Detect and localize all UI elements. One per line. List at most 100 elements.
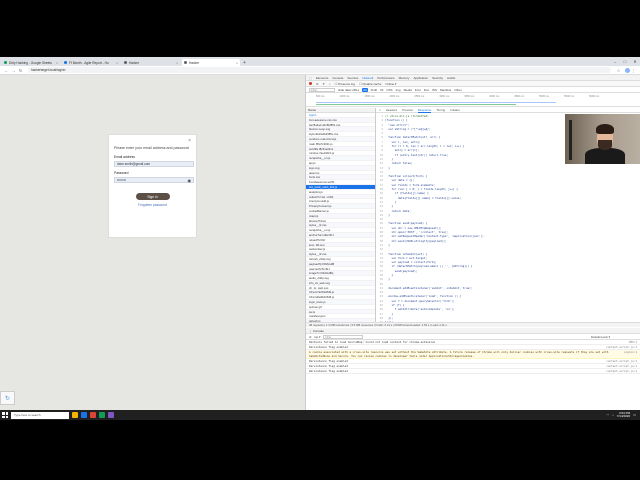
context-select[interactable]: top ▾ — [314, 335, 320, 339]
detail-tab[interactable]: Timing — [436, 108, 445, 112]
code-text: if (entry.test(str)) return true; — [385, 152, 449, 157]
taskbar-search-input[interactable]: Type here to search — [11, 411, 69, 419]
console-filter-input[interactable]: Filter — [323, 334, 364, 339]
detail-tab[interactable]: Preview — [402, 108, 413, 112]
tab-close-icon[interactable]: × — [176, 61, 178, 65]
console-source-link[interactable]: signin:1 — [624, 350, 637, 358]
filter-type[interactable]: All — [362, 87, 368, 92]
reload-icon[interactable]: ↻ — [17, 68, 24, 73]
inspect-icon[interactable]: ⬚ — [309, 76, 312, 80]
devtools-tab-application[interactable]: Application — [413, 76, 428, 80]
browser-tab[interactable]: Ff Month - Agile Report - Hu × — [62, 59, 120, 66]
console-source-link[interactable]: content-script.js:1 — [606, 369, 637, 373]
log-levels-select[interactable]: Default levels ▾ — [591, 335, 610, 339]
taskbar-app-icon[interactable] — [90, 412, 96, 418]
notifications-icon[interactable]: ▭ — [633, 413, 636, 417]
record-icon[interactable] — [309, 82, 312, 85]
filter-type[interactable]: Font — [415, 88, 421, 92]
timeline-tick: 1500 ms — [364, 95, 375, 98]
email-field[interactable]: dave.smith@gmail.com — [114, 161, 194, 167]
detail-tab[interactable]: Initiator — [450, 108, 460, 112]
console-clear-icon[interactable]: ⊘ — [309, 335, 311, 339]
forgot-password-link[interactable]: Forgotten password — [114, 203, 191, 207]
devtools-tab-sources[interactable]: Sources — [347, 76, 358, 80]
console-text: A cookie associated with a cross-site re… — [309, 350, 609, 358]
forward-icon[interactable]: → — [10, 68, 17, 73]
filter-type[interactable]: Other — [454, 88, 462, 92]
timeline-ticks: 500 ms 1000 ms 1500 ms 2000 ms 2500 ms 3000 m… — [306, 93, 640, 98]
console-source-link[interactable]: content-script.js:1 — [606, 359, 637, 363]
clock[interactable]: 3:54 PM 7/14/2020 — [617, 411, 630, 419]
windows-start-icon[interactable] — [2, 412, 8, 418]
network-filter-input[interactable]: Filter — [309, 87, 335, 92]
password-field[interactable]: •••••••• ◉ — [114, 177, 194, 183]
menu-icon[interactable]: ⋮ — [630, 68, 637, 73]
presenter-hair — [596, 124, 614, 134]
close-icon[interactable]: × — [188, 138, 191, 144]
devtools-tab-memory[interactable]: Memory — [399, 76, 410, 80]
drawer-tab-label: Console — [312, 329, 324, 333]
filter-type[interactable]: Img — [396, 88, 401, 92]
taskbar-app-icon[interactable] — [81, 412, 87, 418]
desktop-screen: Dirty Hacking - Google Sheets × Ff Month -… — [0, 57, 640, 410]
filter-icon[interactable]: ⏷ — [323, 82, 325, 86]
maximize-icon[interactable]: □ — [620, 57, 630, 66]
console-source-link[interactable]: VM9:1 — [629, 340, 637, 344]
detail-tab[interactable]: Headers — [386, 108, 397, 112]
close-window-icon[interactable]: ✕ — [630, 57, 640, 66]
minimize-icon[interactable]: – — [610, 57, 620, 66]
close-detail-icon[interactable]: × — [379, 108, 381, 112]
signin-button[interactable]: Sign in — [135, 193, 170, 200]
console-text: Persistence flag enabled — [309, 359, 348, 363]
recaptcha-badge-icon[interactable]: ↻ — [0, 391, 15, 405]
detail-tabs: × Headers Preview Response Timing Initiator — [376, 108, 640, 113]
tab-close-icon[interactable]: × — [116, 61, 118, 65]
filter-type[interactable]: Hide data URLs — [338, 88, 359, 92]
tab-close-icon[interactable]: × — [236, 61, 238, 65]
back-icon[interactable]: ← — [3, 68, 10, 73]
devtools-tab-console[interactable]: Console — [332, 76, 343, 80]
request-list: Name signin font-awesome.min.css ba78a4a3.… — [306, 108, 376, 322]
preserve-log-checkbox[interactable]: ☐ Preserve log — [335, 82, 355, 86]
detail-tab[interactable]: Response — [417, 108, 432, 113]
clear-icon[interactable]: ⊘ — [316, 82, 319, 86]
show-password-icon[interactable]: ◉ — [188, 178, 192, 183]
tab-favicon-icon — [4, 61, 7, 64]
filter-type[interactable]: Doc — [424, 88, 429, 92]
filter-type[interactable]: CSS — [386, 88, 392, 92]
code-text: xhr.send(JSON.stringify(payload)); — [385, 238, 447, 243]
windows-taskbar: Type here to search ◠ ♪ 3:54 PM 7/14/202… — [0, 410, 640, 420]
star-icon[interactable]: ☆ — [615, 68, 622, 73]
url-input[interactable]: hackertarget.local/signin — [28, 67, 611, 73]
filter-type[interactable]: JS — [380, 88, 384, 92]
tab-close-icon[interactable]: × — [56, 61, 58, 65]
taskbar-app-icon[interactable] — [99, 412, 105, 418]
browser-tab[interactable]: Hacker × — [122, 59, 180, 66]
devtools-tab-performance[interactable]: Performance — [377, 76, 394, 80]
console-source-link[interactable]: content-script.js:1 — [606, 345, 637, 349]
timeline-tick: 4000 ms — [489, 95, 500, 98]
console-source-link[interactable]: content-script.js:1 — [606, 364, 637, 368]
search-icon[interactable]: ⌕ — [329, 82, 331, 86]
devtools-tab-security[interactable]: Security — [432, 76, 443, 80]
network-overview[interactable]: 500 ms 1000 ms 1500 ms 2000 ms 2500 ms 3000 m… — [306, 93, 640, 107]
filter-type[interactable]: WS — [432, 88, 437, 92]
filter-type[interactable]: Manifest — [440, 88, 451, 92]
volume-icon[interactable]: ♪ — [612, 413, 614, 417]
timeline-tick: 5000 ms — [539, 95, 550, 98]
devtools-tab-elements[interactable]: Elements — [316, 76, 329, 80]
browser-tab[interactable]: Hacker × — [182, 59, 240, 66]
webcam-overlay — [565, 114, 640, 164]
devtools-tab-audits[interactable]: Audits — [447, 76, 455, 80]
browser-tab[interactable]: Dirty Hacking - Google Sheets × — [2, 59, 60, 66]
timeline-tick: 2500 ms — [414, 95, 425, 98]
taskbar-app-icon[interactable] — [108, 412, 114, 418]
signin-intro: Please enter your email address and pass… — [114, 146, 189, 150]
devtools-tab-network[interactable]: Network — [362, 76, 373, 80]
disable-cache-checkbox[interactable]: ☐ Disable cache — [359, 82, 381, 86]
filter-type[interactable]: XHR — [371, 88, 377, 92]
taskbar-app-icon[interactable] — [72, 412, 78, 418]
network-icon[interactable]: ◠ — [607, 413, 610, 417]
filter-type[interactable]: Media — [404, 88, 412, 92]
throttle-select[interactable]: Online ▾ — [385, 82, 396, 86]
